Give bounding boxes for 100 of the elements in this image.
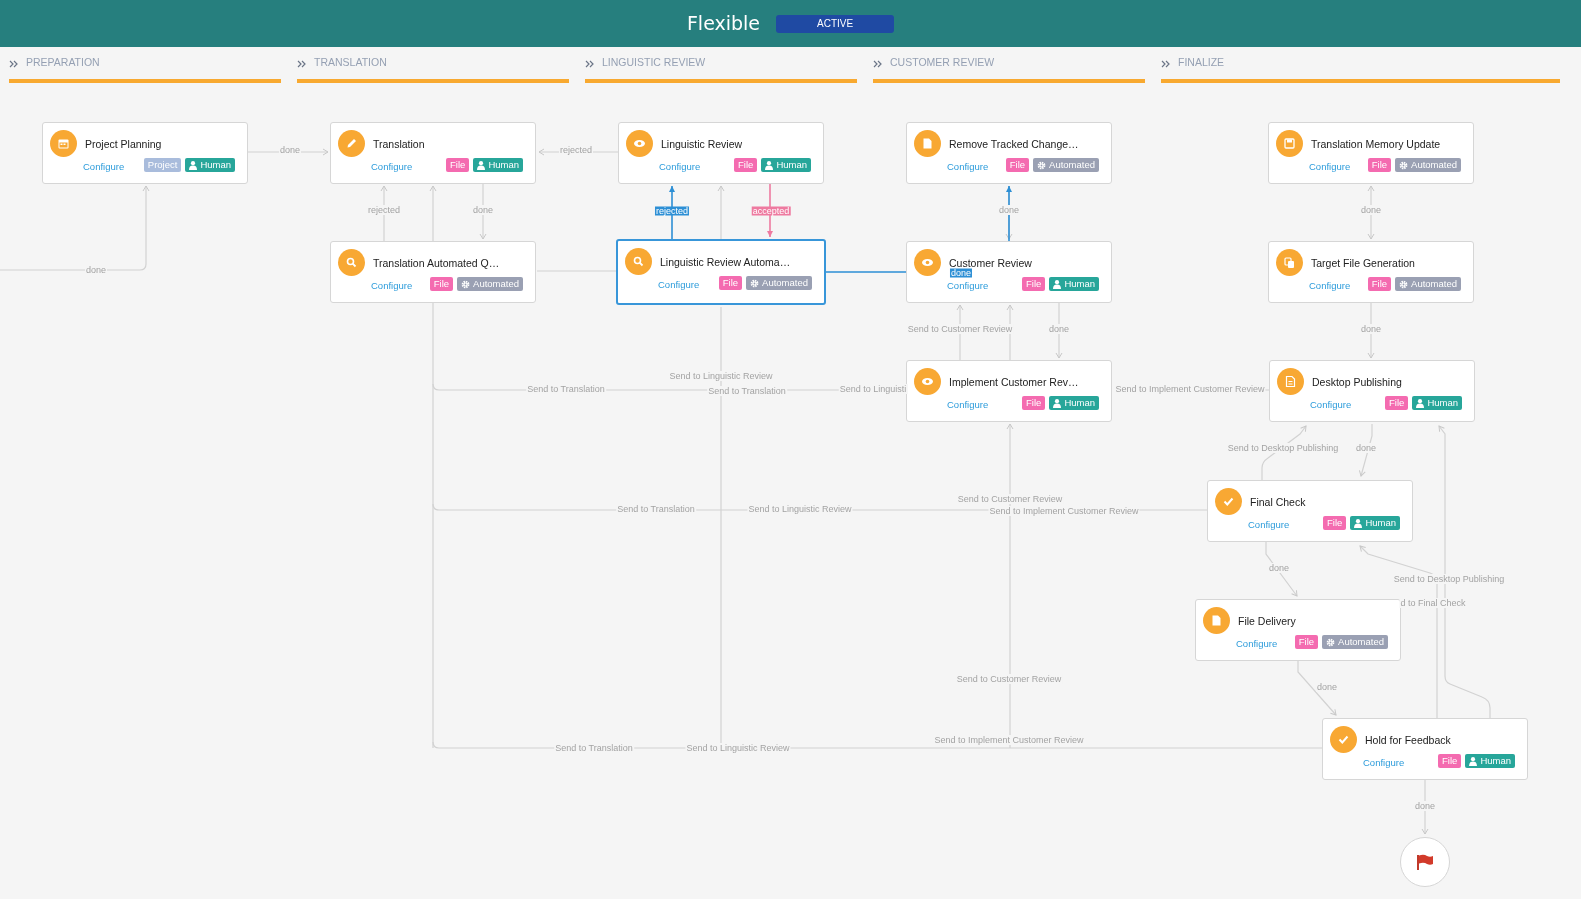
stage-title: FINALIZE (1178, 55, 1225, 71)
task-card[interactable]: File Delivery Configure File Automated (1195, 599, 1401, 661)
human-tag: Human (1049, 277, 1099, 291)
eye-icon (626, 130, 653, 157)
connector-label: done (279, 145, 301, 155)
connector-label: done (1355, 443, 1377, 453)
connector-label: done (998, 205, 1020, 215)
connector-label: done (472, 205, 494, 215)
file-tag: File (446, 158, 470, 172)
gear-icon (1399, 160, 1409, 170)
automated-tag: Automated (1395, 158, 1461, 172)
human-tag: Human (1465, 754, 1515, 768)
task-card[interactable]: Project Planning Configure Project Human (42, 122, 248, 184)
document-icon (1277, 368, 1304, 395)
connector-label: Send to Desktop Publishing (1226, 443, 1340, 453)
task-title: File Delivery (1238, 614, 1296, 629)
pencil-icon (338, 130, 365, 157)
calendar-icon (50, 130, 77, 157)
eye-icon (914, 368, 941, 395)
person-icon (1053, 398, 1062, 408)
connector-label: accepted (751, 206, 791, 216)
task-title: Translation Automated Q… (373, 256, 500, 271)
status-badge: ACTIVE (776, 14, 895, 33)
gear-icon (1326, 637, 1336, 647)
human-tag: Human (1049, 396, 1099, 410)
search-icon (625, 248, 652, 275)
human-tag: Human (473, 158, 523, 172)
file-tag: File (1367, 158, 1392, 172)
automated-tag: Automated (1322, 635, 1388, 649)
gear-icon (1037, 160, 1047, 170)
connector-label: rejected (559, 145, 593, 155)
connector-label: Send to Customer Review (906, 324, 1014, 334)
floppy-icon (1276, 130, 1303, 157)
file-tag: File (1323, 516, 1347, 530)
flag-icon (1416, 854, 1434, 870)
task-title: Final Check (1250, 495, 1306, 510)
automated-tag: Automated (1395, 277, 1461, 291)
connector-label: done (1414, 801, 1436, 811)
stage-title: PREPARATION (26, 55, 100, 71)
connector-label: rejected (367, 205, 401, 215)
task-card[interactable]: Target File Generation Configure File Automated (1268, 241, 1474, 303)
file-tag: File (1022, 396, 1046, 410)
file-tag: File (1367, 277, 1392, 291)
task-title: Customer Review (949, 256, 1032, 269)
connector-label: Send to Linguistic Review (747, 504, 853, 514)
connector-label: done (950, 268, 972, 278)
connector-label: done (1048, 324, 1070, 334)
gear-icon (461, 279, 471, 289)
automated-tag: Automated (1033, 158, 1099, 172)
task-card[interactable]: Final Check Configure File Human (1207, 480, 1413, 542)
stage-title: CUSTOMER REVIEW (890, 55, 995, 71)
workflow-title: Flexible (686, 11, 761, 37)
document-icon (914, 130, 941, 157)
task-card[interactable]: Desktop Publishing Configure File Human (1269, 360, 1475, 422)
copy-icon (1276, 249, 1303, 276)
task-card[interactable]: Translation Memory Update Configure File Automated (1268, 122, 1474, 184)
connector-label: done (1316, 682, 1338, 692)
connector-label: Send to Desktop Publishing (1392, 574, 1506, 584)
check-icon (1330, 726, 1357, 753)
connector (717, 185, 725, 240)
connector-label: Send to Customer Review (956, 494, 1064, 504)
human-tag: Human (185, 158, 235, 172)
task-title: Project Planning (85, 137, 162, 152)
connector-label: Send to Translation (616, 504, 696, 514)
person-icon (189, 160, 198, 170)
task-card[interactable]: Hold for Feedback Configure File Human (1322, 718, 1528, 780)
eye-icon (914, 249, 941, 276)
connector (1265, 541, 1298, 597)
task-title: Target File Generation (1311, 256, 1415, 271)
file-tag: File (1022, 277, 1046, 291)
task-card[interactable]: Translation Configure File Human (330, 122, 536, 184)
connector-label: rejected (655, 206, 689, 216)
stage-title: LINGUISTIC REVIEW (602, 55, 706, 71)
connector-label: Send to Linguisti (838, 384, 908, 394)
connector-label: Send to Linguistic Review (685, 743, 791, 753)
connector-label: Send to Linguistic Review (668, 371, 774, 381)
automated-tag: Automated (457, 277, 523, 291)
person-icon (1053, 279, 1062, 289)
task-card[interactable]: Implement Customer Rev… Configure File Human (906, 360, 1112, 422)
task-title: Translation (373, 137, 425, 152)
person-icon (477, 160, 486, 170)
task-card[interactable]: Linguistic Review Automa… Configure File Automated (616, 239, 826, 305)
connector-label: Send to Implement Customer Review (1114, 384, 1266, 394)
human-tag: Human (761, 158, 811, 172)
file-tag: File (429, 277, 454, 291)
document-icon (1203, 607, 1230, 634)
connector-label: d to Final Check (1399, 598, 1467, 608)
task-title: Desktop Publishing (1312, 375, 1402, 390)
connector-label: done (1268, 563, 1290, 573)
task-card[interactable]: Remove Tracked Change… Configure File Automated (906, 122, 1112, 184)
check-icon (1215, 488, 1242, 515)
task-title: Hold for Feedback (1365, 733, 1451, 748)
project-tag: Project (143, 158, 182, 172)
file-tag: File (1294, 635, 1319, 649)
connector (1297, 660, 1337, 716)
person-icon (1416, 398, 1425, 408)
human-tag: Human (1350, 516, 1400, 530)
task-card[interactable]: Translation Automated Q… Configure File Automated (330, 241, 536, 303)
connector-label: Send to Translation (554, 743, 634, 753)
task-card[interactable]: Linguistic Review Configure File Human (618, 122, 824, 184)
